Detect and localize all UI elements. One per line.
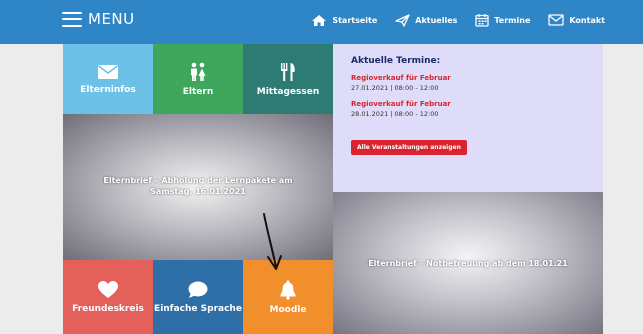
tile-mittagessen[interactable]: Mittagessen xyxy=(243,44,333,114)
calendar-icon xyxy=(475,14,490,27)
top-navigation-bar: MENU Startseite Aktuelles Termine Kontak… xyxy=(0,0,643,44)
tile-moodle[interactable]: Moodle xyxy=(243,260,333,334)
news-post-notbetreuung[interactable]: Elternbrief – Notbetreuung ab dem 18.01.… xyxy=(333,192,603,334)
hamburger-icon xyxy=(62,11,82,27)
menu-button[interactable]: MENU xyxy=(62,10,135,28)
news-post-title: Elternbrief – Abholung der Lernpakete am… xyxy=(103,176,293,196)
nav-kontakt-label: Kontakt xyxy=(569,15,605,25)
all-events-button[interactable]: Alle Veranstaltungen anzeigen xyxy=(351,140,467,155)
tile-elterninfos-label: Elterninfos xyxy=(80,84,136,95)
heart-icon xyxy=(98,280,118,298)
tile-einfache-sprache-label: Einfache Sprache xyxy=(154,303,242,314)
tile-moodle-label: Moodle xyxy=(269,304,307,315)
event-title-link[interactable]: Regioverkauf für Februar xyxy=(351,100,585,108)
home-icon xyxy=(312,14,327,26)
bell-icon xyxy=(280,280,296,300)
event-item: Regioverkauf für Februar 28.01.2021 | 08… xyxy=(351,100,585,118)
nav-startseite-label: Startseite xyxy=(332,15,378,25)
parents-icon xyxy=(191,62,206,81)
nav-kontakt[interactable]: Kontakt xyxy=(548,14,605,26)
envelope-icon xyxy=(98,64,118,79)
nav-termine[interactable]: Termine xyxy=(475,13,530,27)
event-date: 27.01.2021 | 08:00 - 12:00 xyxy=(351,84,439,92)
speech-bubble-icon xyxy=(188,281,208,298)
nav-termine-label: Termine xyxy=(494,15,531,25)
news-post-lernpakete[interactable]: Elternbrief – Abholung der Lernpakete am… xyxy=(63,114,333,260)
event-item: Regioverkauf für Februar 27.01.2021 | 08… xyxy=(351,74,585,92)
fork-knife-icon xyxy=(281,62,295,81)
termine-panel: Aktuelle Termine: Regioverkauf für Febru… xyxy=(333,44,603,192)
paper-plane-icon xyxy=(395,13,410,27)
nav-startseite[interactable]: Startseite xyxy=(311,14,377,27)
termine-title: Aktuelle Termine: xyxy=(351,56,441,66)
event-date: 28.01.2021 | 08:00 - 12:00 xyxy=(351,110,439,118)
tile-elterninfos[interactable]: Elterninfos xyxy=(63,44,153,114)
annotation-arrow-icon xyxy=(263,213,282,270)
tile-freundeskreis[interactable]: Freundeskreis xyxy=(63,260,153,334)
tile-eltern-label: Eltern xyxy=(182,86,214,97)
nav-aktuelles-label: Aktuelles xyxy=(415,15,458,25)
tile-einfache-sprache[interactable]: Einfache Sprache xyxy=(153,260,243,334)
event-title-link[interactable]: Regioverkauf für Februar xyxy=(351,74,585,82)
main-nav: Startseite Aktuelles Termine Kontakt xyxy=(311,13,605,27)
news-post-title: Elternbrief – Notbetreuung ab dem 18.01.… xyxy=(368,258,568,268)
nav-aktuelles[interactable]: Aktuelles xyxy=(395,13,458,27)
envelope-icon xyxy=(548,14,565,26)
menu-label: MENU xyxy=(88,10,135,28)
tile-mittagessen-label: Mittagessen xyxy=(256,86,320,97)
tile-freundeskreis-label: Freundeskreis xyxy=(72,303,144,314)
tile-eltern[interactable]: Eltern xyxy=(153,44,243,114)
